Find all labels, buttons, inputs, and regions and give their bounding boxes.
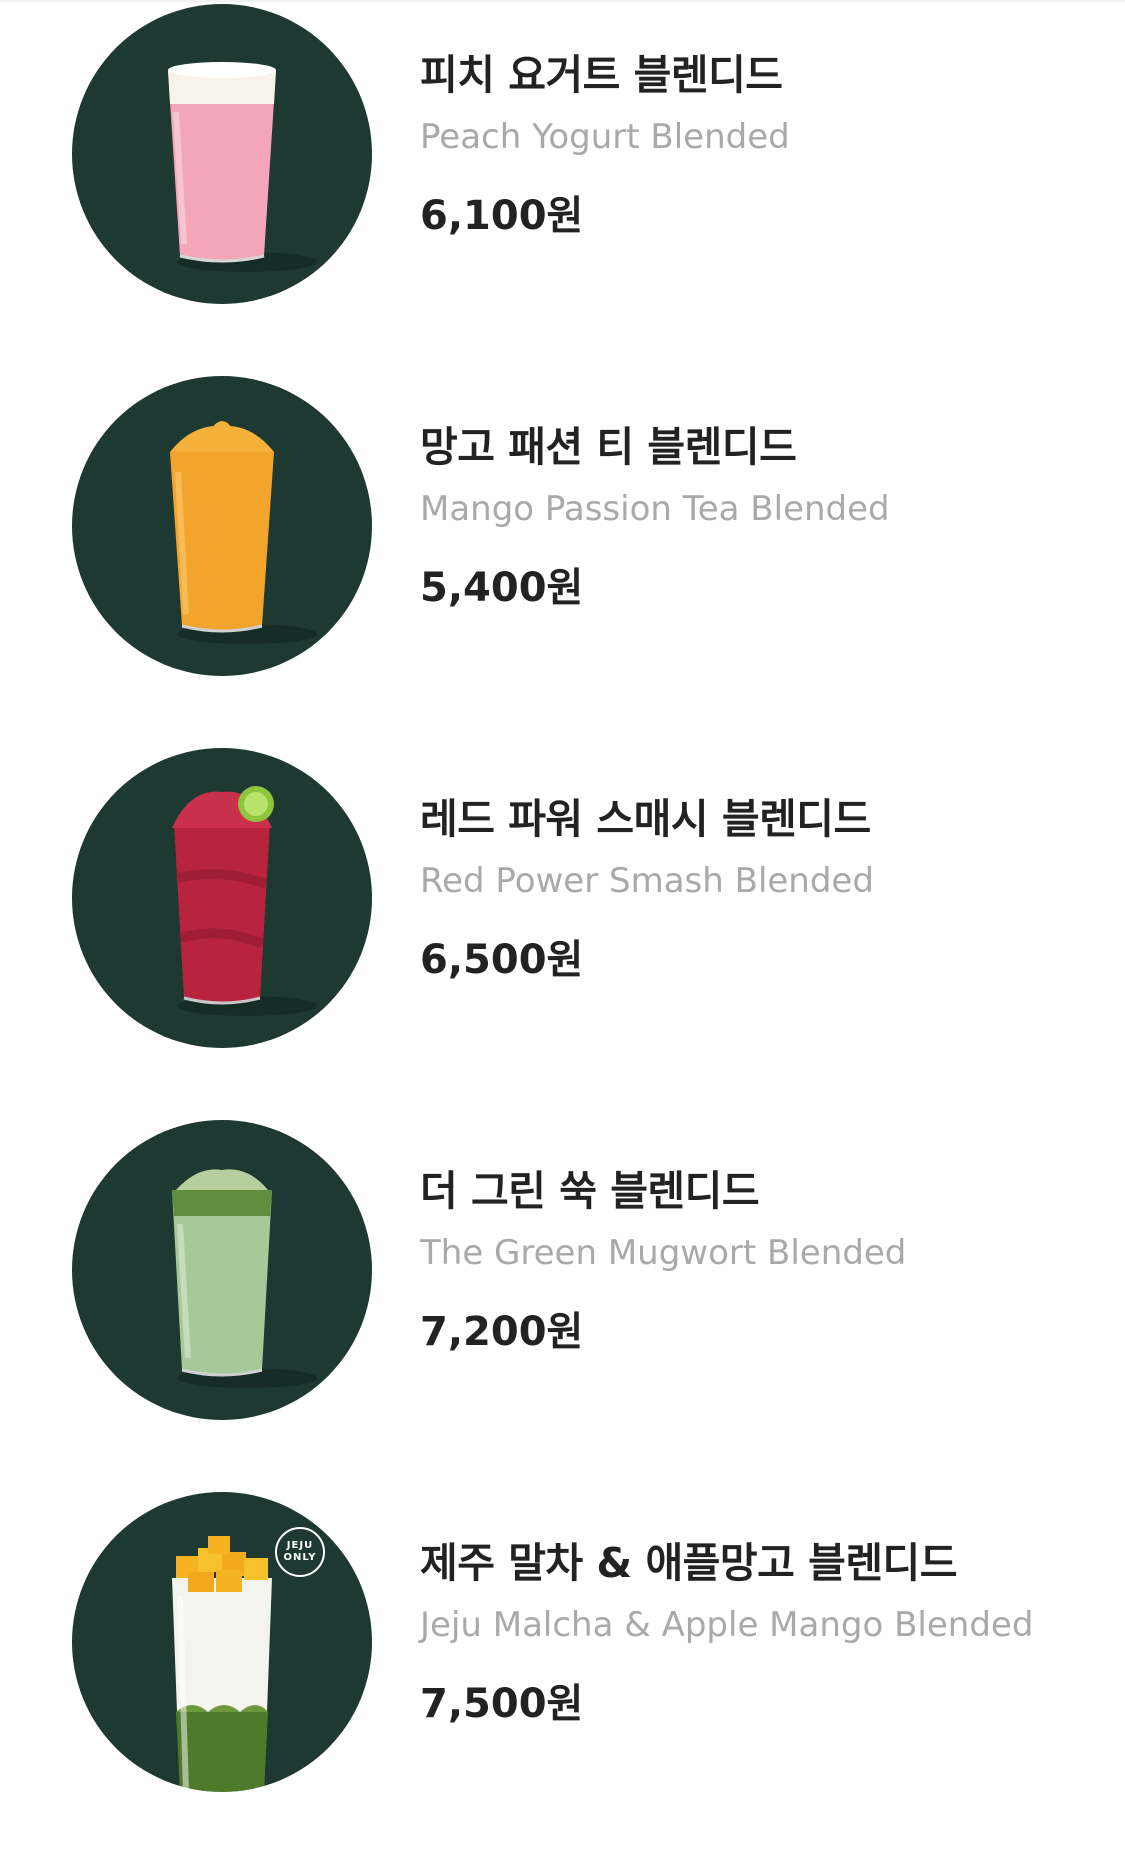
menu-item-name-korean: 제주 말차 & 애플망고 블렌디드 <box>420 1539 958 1587</box>
drink-image-mango-passion-tea <box>72 376 372 676</box>
menu-item-text: 피치 요거트 블렌디드 Peach Yogurt Blended 6,100원 <box>420 50 1100 240</box>
menu-item-name-english: Red Power Smash Blended <box>420 861 874 901</box>
menu-item-name-english: The Green Mugwort Blended <box>420 1233 907 1273</box>
menu-item-price: 7,500원 <box>420 1681 584 1727</box>
jeju-only-badge-line2: ONLY <box>283 1552 317 1563</box>
menu-item-price: 5,400원 <box>420 565 584 611</box>
menu-item-text: 더 그린 쑥 블렌디드 The Green Mugwort Blended 7,… <box>420 1166 1100 1356</box>
menu-item-text: 레드 파워 스매시 블렌디드 Red Power Smash Blended 6… <box>420 794 1100 984</box>
menu-item-mango-passion-tea-blended[interactable]: 망고 패션 티 블렌디드 Mango Passion Tea Blended 5… <box>0 372 1125 744</box>
red-power-smash-drink-illustration <box>172 786 317 1016</box>
menu-item-red-power-smash-blended[interactable]: 레드 파워 스매시 블렌디드 Red Power Smash Blended 6… <box>0 744 1125 1116</box>
menu-item-text: 망고 패션 티 블렌디드 Mango Passion Tea Blended 5… <box>420 422 1100 612</box>
drink-image-jeju-malcha-apple-mango: JEJU ONLY <box>72 1492 372 1792</box>
menu-item-name-english: Jeju Malcha & Apple Mango Blended <box>420 1605 1034 1645</box>
menu-item-name-korean: 망고 패션 티 블렌디드 <box>420 423 797 471</box>
drink-image-green-mugwort <box>72 1120 372 1420</box>
menu-item-green-mugwort-blended[interactable]: 더 그린 쑥 블렌디드 The Green Mugwort Blended 7,… <box>0 1116 1125 1488</box>
menu-list: 피치 요거트 블렌디드 Peach Yogurt Blended 6,100원 … <box>0 0 1125 1792</box>
mango-passion-tea-drink-illustration <box>170 421 317 644</box>
menu-item-price: 6,500원 <box>420 937 584 983</box>
jeju-only-badge-line1: JEJU <box>286 1540 314 1551</box>
menu-item-text: 제주 말차 & 애플망고 블렌디드 Jeju Malcha & Apple Ma… <box>420 1538 1100 1728</box>
menu-item-name-korean: 피치 요거트 블렌디드 <box>420 51 783 99</box>
menu-item-jeju-malcha-apple-mango-blended[interactable]: JEJU ONLY 제주 말차 & 애플망고 블렌디드 Jeju Malcha … <box>0 1488 1125 1860</box>
jeju-malcha-apple-mango-drink-illustration <box>172 1536 272 1792</box>
menu-item-peach-yogurt-blended[interactable]: 피치 요거트 블렌디드 Peach Yogurt Blended 6,100원 <box>0 0 1125 372</box>
drink-image-peach-yogurt <box>72 4 372 304</box>
menu-item-price: 6,100원 <box>420 193 584 239</box>
menu-item-name-english: Mango Passion Tea Blended <box>420 489 890 529</box>
jeju-only-badge: JEJU ONLY <box>275 1527 325 1577</box>
menu-item-name-korean: 레드 파워 스매시 블렌디드 <box>420 795 871 843</box>
menu-item-price: 7,200원 <box>420 1309 584 1355</box>
drink-image-red-power-smash <box>72 748 372 1048</box>
menu-item-name-english: Peach Yogurt Blended <box>420 117 790 157</box>
peach-yogurt-drink-illustration <box>168 62 317 272</box>
menu-item-name-korean: 더 그린 쑥 블렌디드 <box>420 1167 760 1215</box>
green-mugwort-drink-illustration <box>172 1169 317 1388</box>
